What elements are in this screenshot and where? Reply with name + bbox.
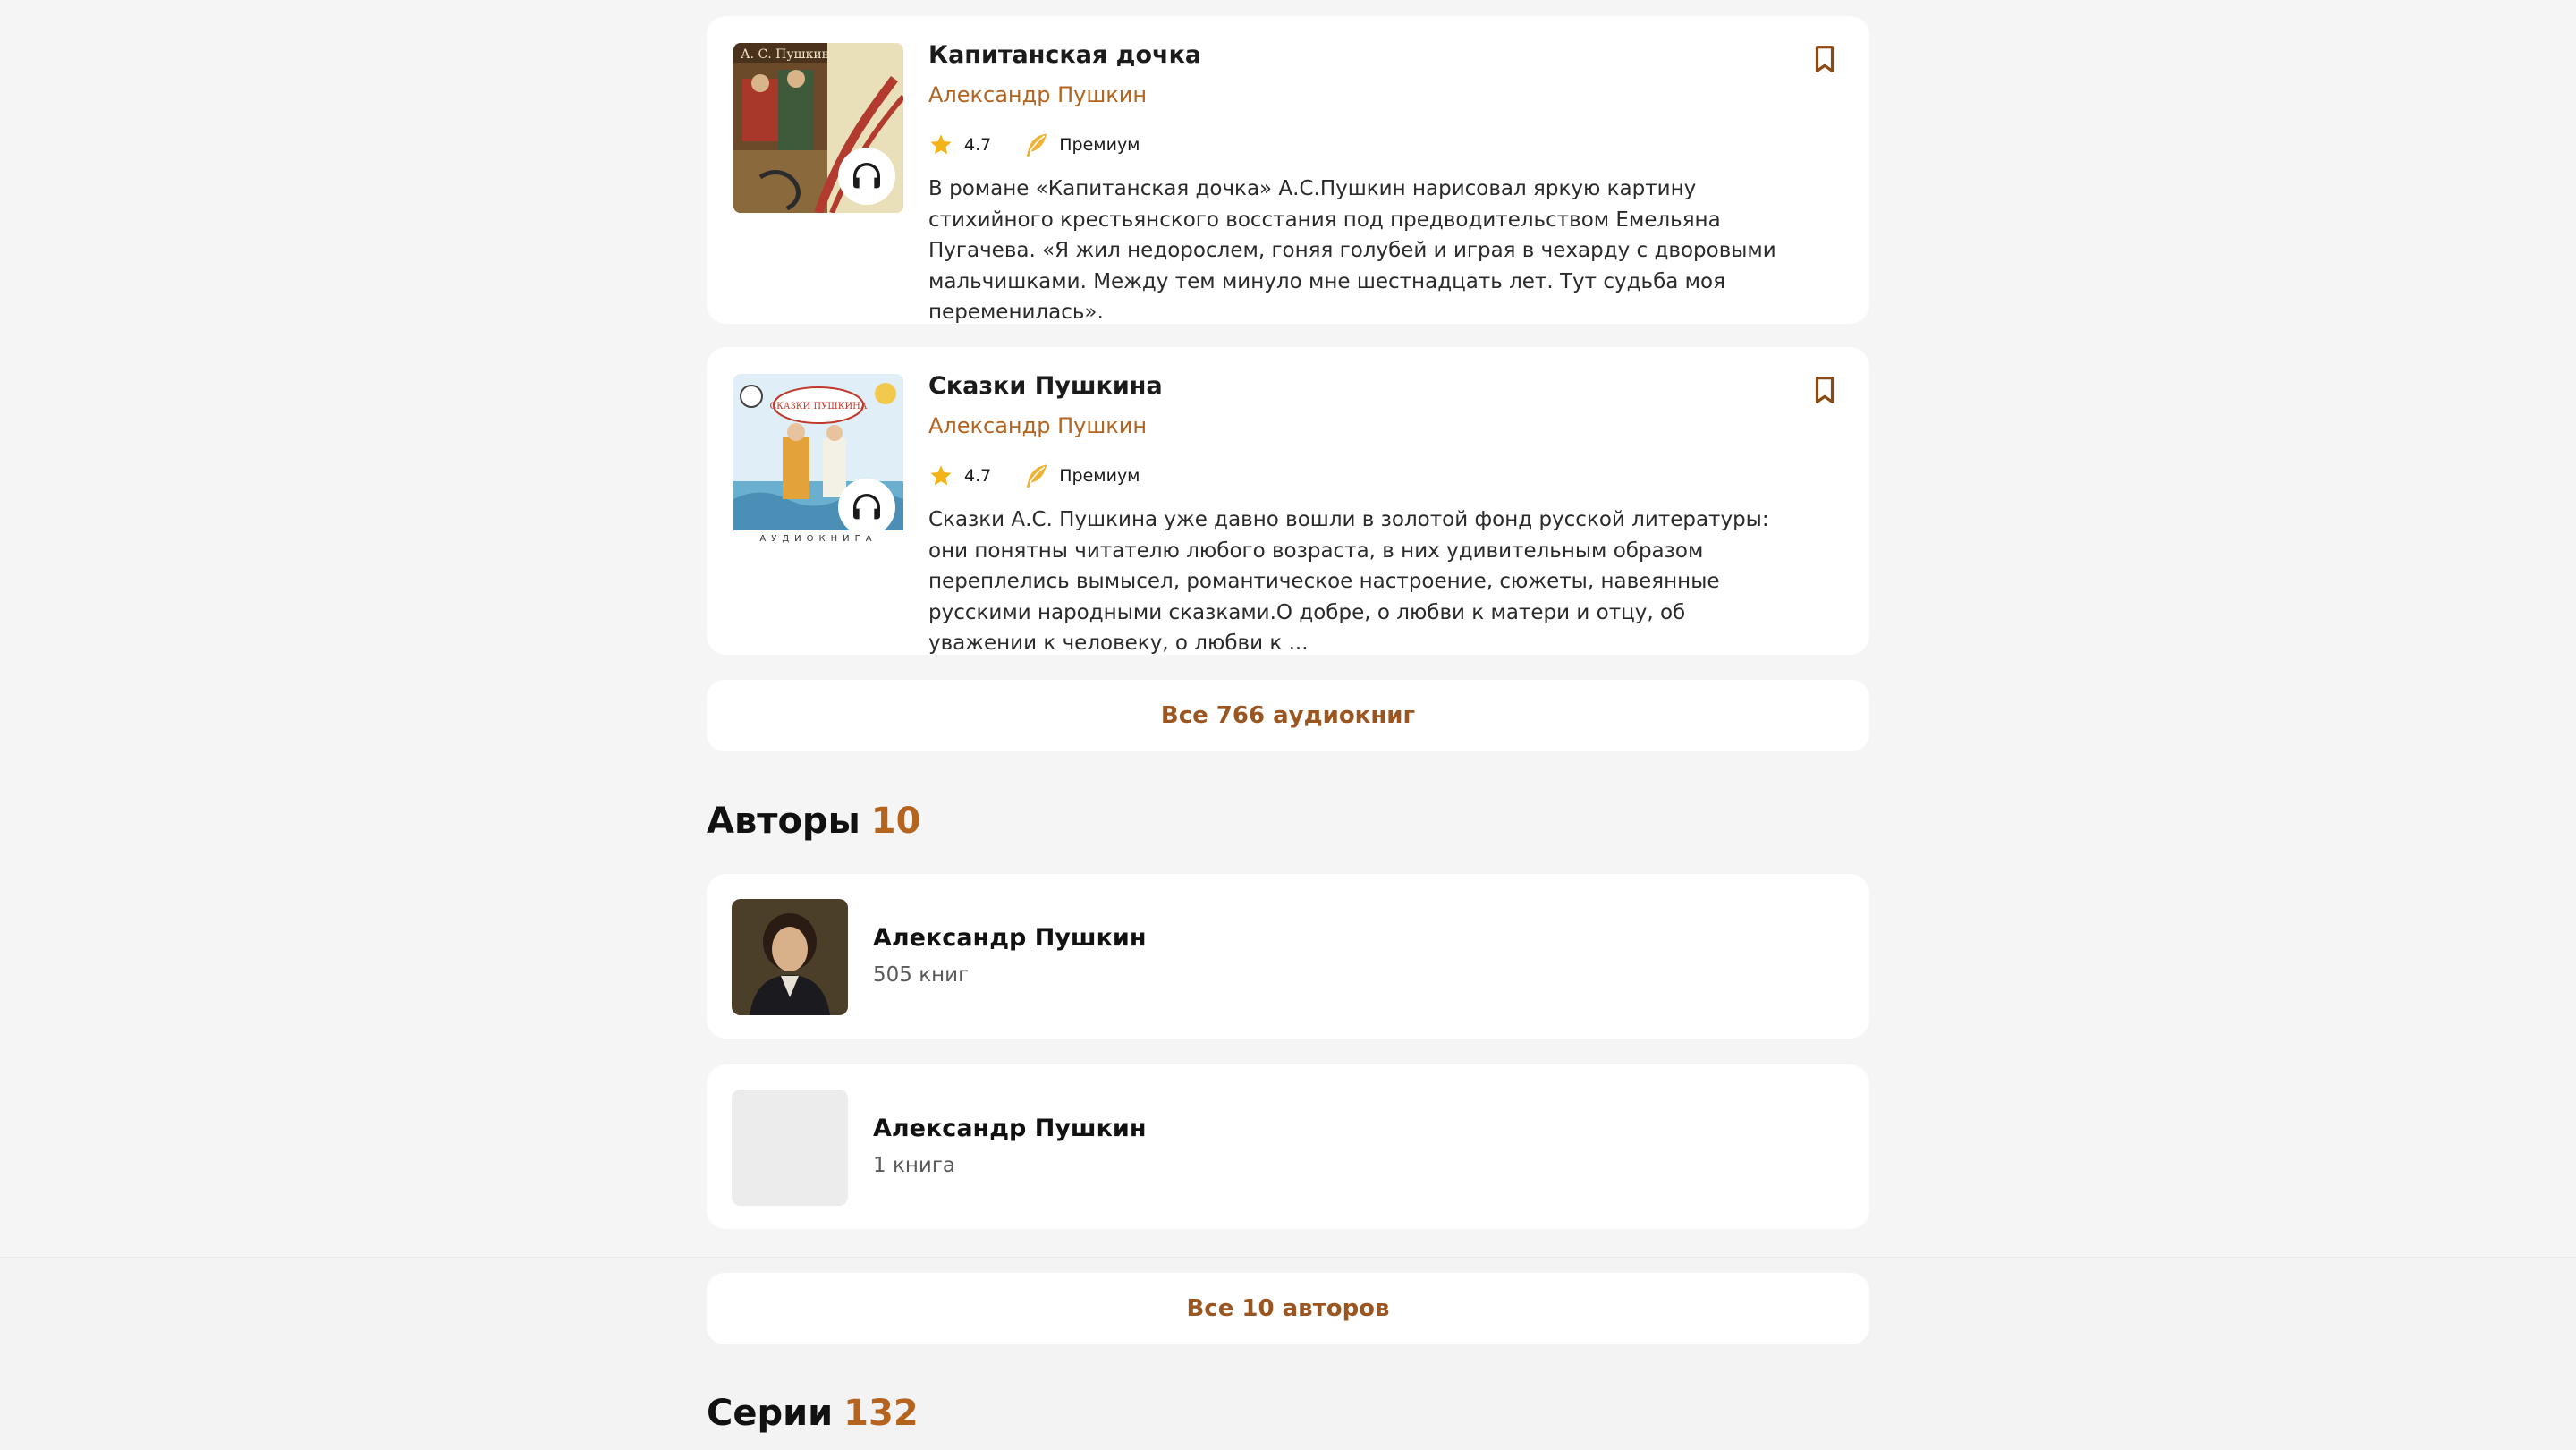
- authors-title: Авторы: [707, 801, 860, 842]
- cover-title-text: СКАЗКИ ПУШКИНА: [770, 402, 868, 411]
- series-count: 132: [843, 1393, 919, 1434]
- series-title: Серии: [707, 1393, 834, 1434]
- all-audiobooks-button[interactable]: Все 766 аудиокниг: [707, 680, 1869, 751]
- avatar-placeholder: [732, 1090, 848, 1206]
- bookmark-button[interactable]: [1807, 372, 1843, 408]
- author-name[interactable]: Александр Пушкин: [873, 1115, 1147, 1142]
- headphones-icon: [853, 494, 880, 520]
- bookmark-icon: [1815, 377, 1835, 403]
- author-book-count: 505 книг: [873, 963, 970, 987]
- headphones-icon: [853, 163, 880, 189]
- book-cover[interactable]: А. С. Пушкин: [733, 43, 903, 213]
- book-card[interactable]: А. С. Пушкин Капитанская дочка Александр…: [707, 16, 1869, 324]
- avatar: [732, 899, 848, 1015]
- bookmark-button[interactable]: [1807, 41, 1843, 77]
- premium-label: Премиум: [1059, 135, 1140, 155]
- author-book-count: 1 книга: [873, 1154, 955, 1177]
- rating-value: 4.7: [964, 466, 992, 486]
- cover-author-text: А. С. Пушкин: [741, 47, 830, 62]
- book-title[interactable]: Сказки Пушкина: [928, 372, 1163, 400]
- author-card[interactable]: Александр Пушкин 1 книга: [707, 1064, 1869, 1229]
- listen-badge[interactable]: [838, 148, 895, 205]
- book-title[interactable]: Капитанская дочка: [928, 41, 1201, 69]
- rating-value: 4.7: [964, 135, 992, 155]
- book-description: Сказки А.С. Пушкина уже давно вошли в зо…: [928, 508, 1769, 655]
- authors-heading: Авторы 10: [707, 801, 920, 842]
- book-description: В романе «Капитанская дочка» А.С.Пушкин …: [928, 177, 1776, 324]
- star-icon: [930, 134, 952, 155]
- author-card[interactable]: Александр Пушкин 505 книг: [707, 874, 1869, 1039]
- authors-count: 10: [870, 801, 921, 842]
- listen-badge[interactable]: [838, 479, 895, 536]
- book-author-link[interactable]: Александр Пушкин: [928, 82, 1147, 107]
- premium-feather-icon: [1023, 462, 1050, 489]
- book-author-link[interactable]: Александр Пушкин: [928, 413, 1147, 438]
- premium-feather-icon: [1023, 131, 1050, 158]
- book-card[interactable]: СКАЗКИ ПУШКИНА АУДИОКНИГА Сказки Пушкина…: [707, 347, 1869, 655]
- book-cover[interactable]: СКАЗКИ ПУШКИНА АУДИОКНИГА: [733, 374, 903, 544]
- book-meta: 4.7 Премиум: [928, 462, 1140, 490]
- premium-label: Премиум: [1059, 466, 1140, 486]
- series-heading: Серии 132: [707, 1393, 919, 1434]
- bookmark-icon: [1815, 46, 1835, 72]
- star-icon: [930, 465, 952, 486]
- all-authors-button[interactable]: Все 10 авторов: [707, 1273, 1869, 1344]
- author-name[interactable]: Александр Пушкин: [873, 924, 1147, 952]
- book-meta: 4.7 Премиум: [928, 131, 1140, 159]
- author-portrait-image: [732, 899, 848, 1015]
- cover-subtitle-text: АУДИОКНИГА: [759, 534, 877, 544]
